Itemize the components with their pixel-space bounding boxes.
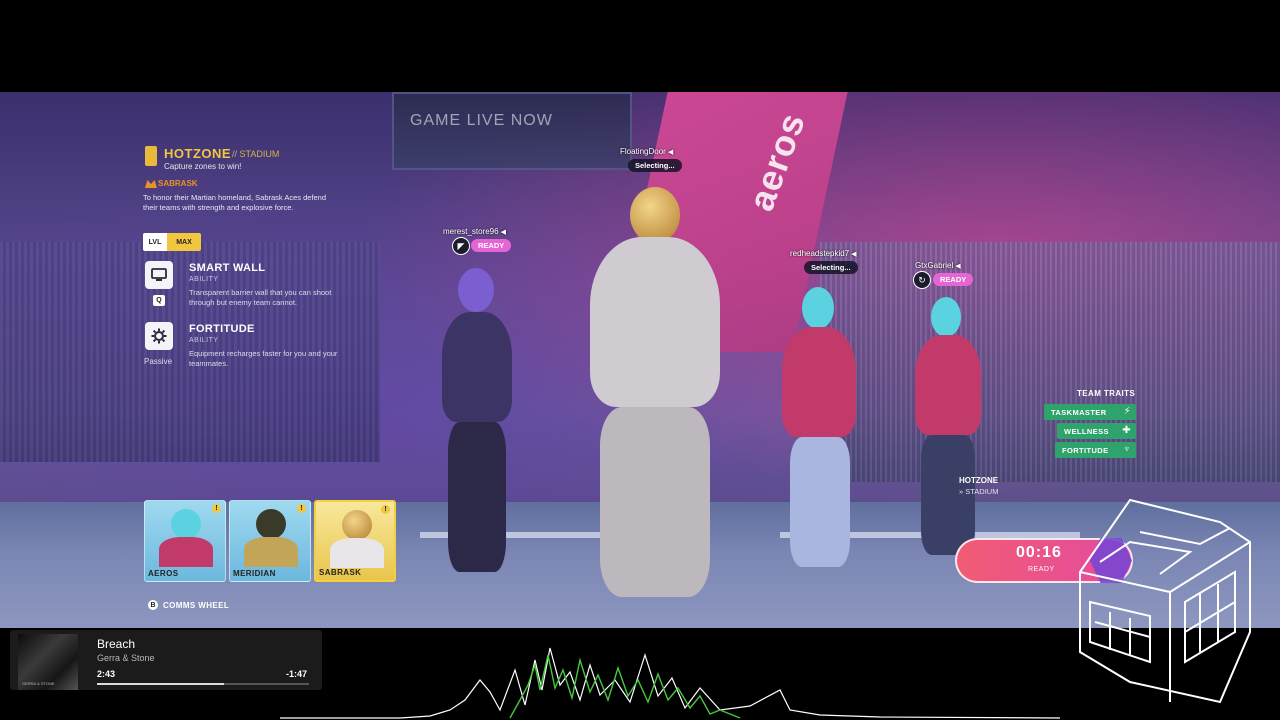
progress-fill: [97, 683, 225, 685]
character-card-sabrask[interactable]: ! SABRASK: [314, 500, 396, 582]
card-name: SABRASK: [319, 568, 362, 577]
trait-taskmaster[interactable]: TASKMASTER ⚡: [1044, 404, 1136, 420]
comms-key-badge: B: [148, 600, 158, 610]
player-name-redhead: redheadstepkid7 ◀: [790, 249, 857, 258]
passive-label: Passive: [144, 357, 173, 366]
trait-label: WELLNESS: [1064, 426, 1109, 436]
speaker-icon: ◀: [955, 263, 961, 270]
card-body: [159, 537, 213, 567]
character-card-meridian[interactable]: ! MERIDIAN: [229, 500, 311, 582]
trait-wellness[interactable]: WELLNESS ✚: [1057, 423, 1136, 439]
character-pink-right: [905, 297, 1005, 567]
character-name: SABRASK: [158, 179, 198, 188]
track-title: Breach: [97, 637, 136, 651]
waveform-white: [280, 647, 1060, 719]
trait-fortitude[interactable]: FORTITUDE ♆: [1055, 442, 1136, 458]
speaker-icon: ◀: [667, 149, 674, 156]
mode-description: Capture zones to win!: [164, 162, 242, 171]
card-body: [244, 537, 298, 567]
player-name-merest: merest_store96 ◀: [443, 227, 506, 236]
hotzone-mode-icon: [145, 146, 157, 166]
player-name-gtxgabriel: GtxGabriel ◀: [915, 261, 961, 270]
map-location: » STADIUM: [959, 487, 999, 496]
character-purple: [420, 262, 550, 602]
track-artist: Gerra & Stone: [97, 653, 155, 663]
album-art-text: GERRA & STONE: [22, 681, 55, 686]
ability-name: FORTITUDE: [189, 323, 255, 335]
card-body: [330, 538, 384, 568]
character-card-aeros[interactable]: ! AEROS: [144, 500, 226, 582]
ability-key-badge: Q: [153, 295, 165, 306]
team-traits-title: TEAM TRAITS: [1077, 389, 1136, 398]
ability-name: SMART WALL: [189, 262, 266, 274]
comms-wheel-label[interactable]: COMMS WHEEL: [163, 601, 229, 610]
player-rank-icon: ↻: [913, 271, 931, 289]
character-pink-left: [760, 287, 880, 577]
wireframe-cube-logo: [1079, 498, 1251, 704]
alert-icon: !: [381, 505, 390, 514]
ability-description: Equipment recharges faster for you and y…: [189, 349, 338, 368]
trait-label: TASKMASTER: [1051, 407, 1107, 417]
alert-icon: !: [212, 504, 221, 513]
fortitude-icon: ♆: [1123, 444, 1131, 455]
trait-label: FORTITUDE: [1062, 445, 1109, 455]
player-status-selecting: Selecting...: [804, 261, 858, 274]
wellness-icon: ✚: [1122, 425, 1131, 436]
player-status-ready: READY: [471, 239, 512, 252]
level-value: MAX: [167, 233, 201, 251]
card-name: MERIDIAN: [233, 569, 276, 578]
waveform-green: [509, 654, 741, 719]
level-indicator: LVL MAX: [143, 233, 201, 251]
mode-subtitle: // STADIUM: [232, 149, 280, 159]
card-portrait: [342, 510, 372, 540]
character-astronaut: [560, 187, 750, 627]
player-rank-icon: ◤: [452, 237, 470, 255]
speaker-icon: ◀: [500, 229, 506, 236]
card-portrait: [171, 509, 201, 539]
player-status-selecting: Selecting...: [628, 159, 682, 172]
speaker-icon: ◀: [851, 251, 857, 258]
timer-state: READY: [1028, 566, 1055, 573]
stadium-screen-text: GAME LIVE NOW: [410, 112, 553, 129]
ability-type: ABILITY: [189, 276, 219, 283]
gear-icon[interactable]: [145, 322, 173, 350]
taskmaster-icon: ⚡: [1123, 406, 1131, 417]
card-name: AEROS: [148, 569, 179, 578]
crowd-right: [820, 242, 1280, 482]
monitor-icon[interactable]: [145, 261, 173, 289]
map-mode: HOTZONE: [959, 476, 999, 485]
player-name-floatingdoor: FloatingDoor ◀: [620, 147, 674, 156]
alert-icon: !: [297, 504, 306, 513]
character-description: To honor their Martian homeland, Sabrask…: [143, 193, 327, 212]
card-portrait: [256, 509, 286, 539]
player-status-ready: READY: [933, 273, 974, 286]
timer-time: 00:16: [1016, 544, 1062, 561]
album-art: GERRA & STONE: [18, 634, 78, 690]
level-label: LVL: [143, 233, 167, 251]
ability-description: Transparent barrier wall that you can sh…: [189, 288, 332, 307]
mode-title: HOTZONE: [164, 146, 232, 161]
audio-waveform: [280, 647, 1060, 719]
time-elapsed: 2:43: [97, 669, 116, 679]
stadium-screen: [392, 92, 632, 170]
ability-type: ABILITY: [189, 337, 219, 344]
